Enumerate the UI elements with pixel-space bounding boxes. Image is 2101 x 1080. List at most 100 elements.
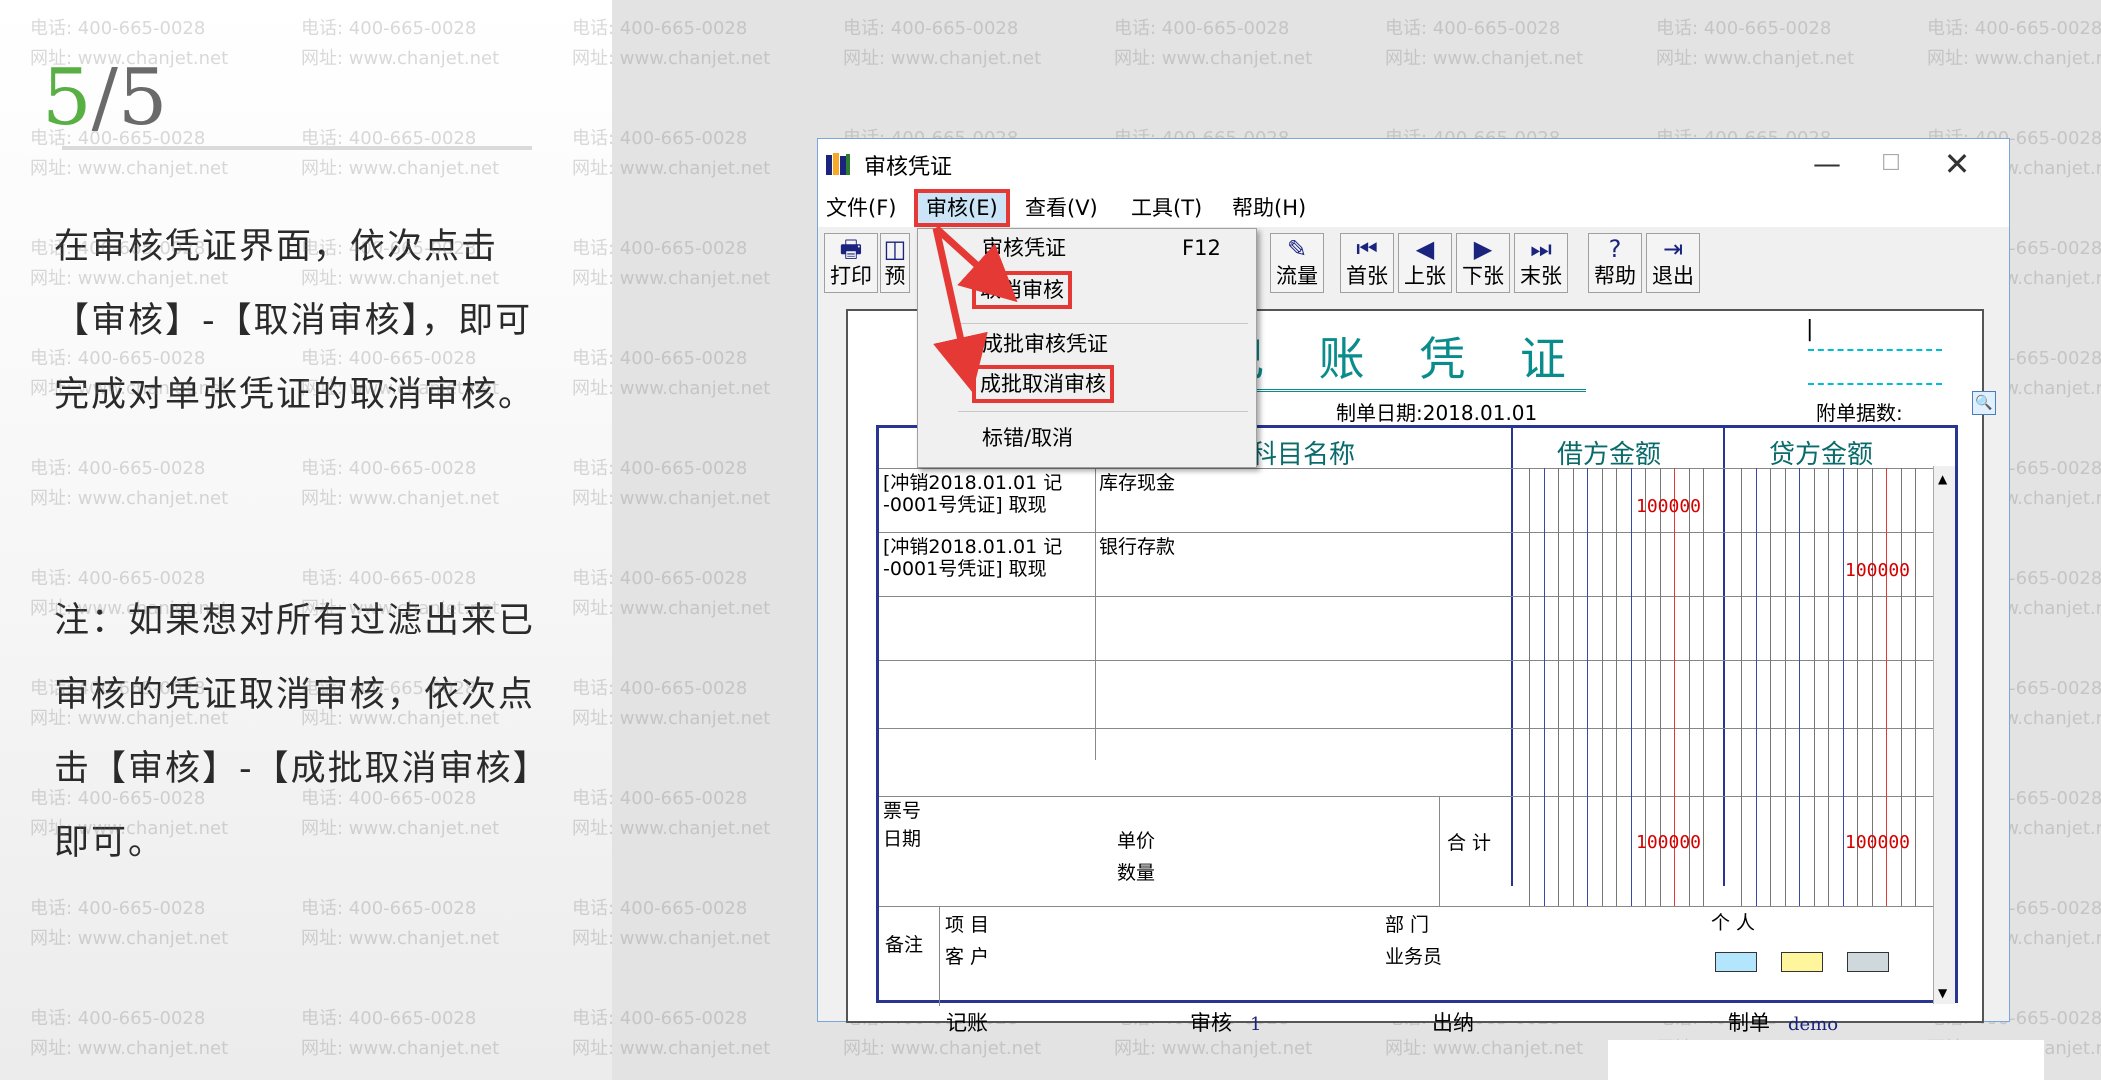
row2-credit[interactable]: 100000 bbox=[1845, 560, 1910, 581]
vertical-scrollbar[interactable]: ▲ ▼ bbox=[1933, 466, 1955, 1004]
digit-column-line bbox=[1544, 468, 1545, 906]
step-divider bbox=[62, 146, 532, 150]
menu-audit[interactable]: 审核(E) bbox=[914, 189, 1010, 227]
help-icon: ? bbox=[1608, 235, 1622, 263]
cashflow-label: 流量 bbox=[1276, 264, 1318, 288]
step-indicator: 5/5 bbox=[42, 48, 168, 148]
row-divider bbox=[879, 660, 1937, 661]
help-label: 帮助 bbox=[1594, 264, 1636, 288]
scroll-down-icon[interactable]: ▼ bbox=[1938, 986, 1947, 1000]
row2-summary[interactable]: [冲销2018.01.01 记 -0001号凭证] 取现 bbox=[883, 536, 1062, 580]
scroll-up-icon[interactable]: ▲ bbox=[1938, 472, 1947, 486]
digit-column-line bbox=[1741, 468, 1742, 906]
total-divider bbox=[1439, 796, 1440, 906]
preview-button[interactable]: ◫ 预 bbox=[880, 233, 910, 293]
row-divider bbox=[879, 796, 1937, 797]
menu-file[interactable]: 文件(F) bbox=[826, 193, 896, 223]
total-debit: 100000 bbox=[1636, 832, 1702, 853]
preview-icon: ◫ bbox=[883, 235, 907, 263]
minimize-button[interactable]: — bbox=[1795, 139, 1859, 189]
signature-row: 记账 审核 1 出纳 制单 demo bbox=[848, 1007, 1982, 1035]
row1-subject[interactable]: 库存现金 bbox=[1099, 472, 1175, 494]
voucher-title: 记 账 凭 证 bbox=[1218, 323, 1586, 392]
unit-price-label: 单价 bbox=[1117, 830, 1156, 852]
ledger-icon[interactable] bbox=[1715, 952, 1757, 972]
row1-debit[interactable]: 100000 bbox=[1636, 496, 1701, 517]
digit-column-line bbox=[1785, 468, 1786, 906]
ticket-no-label: 票号 bbox=[883, 800, 922, 822]
text-cursor: | bbox=[1806, 317, 1814, 342]
department-label: 部 门 bbox=[1385, 914, 1430, 936]
exit-label: 退出 bbox=[1652, 264, 1694, 288]
menu-item-audit-voucher[interactable]: 审核凭证 bbox=[982, 233, 1066, 263]
window-title: 审核凭证 bbox=[864, 155, 953, 180]
row-divider bbox=[879, 532, 1937, 533]
menu-view[interactable]: 查看(V) bbox=[1025, 193, 1098, 223]
menu-item-mark-error[interactable]: 标错/取消 bbox=[982, 423, 1073, 453]
printer-icon: 🖶 bbox=[839, 235, 863, 263]
row2-summary-line2: -0001号凭证] 取现 bbox=[883, 558, 1047, 580]
total-credit: 100000 bbox=[1845, 832, 1911, 853]
remark-divider bbox=[939, 906, 940, 1006]
digit-column-line bbox=[1616, 468, 1617, 906]
menu-item-batch-audit[interactable]: 成批审核凭证 bbox=[982, 329, 1108, 359]
col-credit-header: 贷方金额 bbox=[1769, 440, 1874, 470]
tool-icon[interactable] bbox=[1847, 952, 1889, 972]
row2-summary-line1: [冲销2018.01.01 记 bbox=[883, 536, 1063, 558]
exit-button[interactable]: ⇥ 退出 bbox=[1646, 233, 1700, 293]
help-button[interactable]: ? 帮助 bbox=[1588, 233, 1642, 293]
digit-column-line bbox=[1602, 468, 1603, 906]
next-button[interactable]: ▶ 下张 bbox=[1456, 233, 1510, 293]
digit-column-line bbox=[1631, 468, 1632, 906]
cashflow-button[interactable]: ✎ 流量 bbox=[1270, 233, 1324, 293]
title-bar[interactable]: 审核凭证 — ☐ ✕ bbox=[818, 139, 2009, 189]
books-icon bbox=[826, 153, 850, 175]
row1-summary-line2: -0001号凭证] 取现 bbox=[883, 494, 1047, 516]
menu-bar: 文件(F) 审核(E) 查看(V) 工具(T) 帮助(H) bbox=[818, 189, 2009, 227]
last-button[interactable]: ⏭ 末张 bbox=[1514, 233, 1568, 293]
maker-signature: 制单 demo bbox=[1728, 1007, 1838, 1037]
attachment-count-label: 附单据数: bbox=[1816, 401, 1903, 425]
prev-button[interactable]: ◀ 上张 bbox=[1398, 233, 1452, 293]
close-button[interactable]: ✕ bbox=[1925, 139, 1989, 189]
maker-value: demo bbox=[1788, 1014, 1839, 1035]
bookkeeper-label: 记账 bbox=[946, 1011, 988, 1035]
voucher-no-field-2[interactable] bbox=[1808, 383, 1942, 385]
digit-column-line bbox=[1756, 468, 1757, 906]
digit-column-line bbox=[1587, 468, 1588, 906]
exit-icon: ⇥ bbox=[1662, 235, 1684, 263]
digit-column-line bbox=[1814, 468, 1815, 906]
row1-summary[interactable]: [冲销2018.01.01 记 -0001号凭证] 取现 bbox=[883, 472, 1062, 516]
voucher-no-field[interactable] bbox=[1808, 349, 1942, 351]
last-icon: ⏭ bbox=[1530, 235, 1552, 263]
digit-column-line bbox=[1770, 468, 1771, 906]
col-subject-header: 科目名称 bbox=[1251, 440, 1356, 470]
menu-tools[interactable]: 工具(T) bbox=[1131, 193, 1202, 223]
digit-column-line bbox=[1529, 468, 1530, 906]
row-divider bbox=[879, 728, 1937, 729]
row-divider bbox=[879, 906, 1937, 907]
col-debit-header: 借方金额 bbox=[1557, 440, 1662, 470]
menu-separator bbox=[958, 323, 1248, 324]
card-icon[interactable] bbox=[1781, 952, 1823, 972]
menu-item-batch-cancel-audit[interactable]: 成批取消审核 bbox=[972, 365, 1114, 403]
project-label: 项 目 bbox=[945, 914, 990, 936]
menu-item-cancel-audit[interactable]: 取消审核 bbox=[972, 271, 1072, 309]
menu-help[interactable]: 帮助(H) bbox=[1232, 193, 1306, 223]
maker-label: 制单 bbox=[1728, 1011, 1770, 1035]
voucher-date: 制单日期:2018.01.01 bbox=[1336, 401, 1538, 425]
blank-area bbox=[1608, 1040, 2044, 1080]
person-label: 个 人 bbox=[1711, 912, 1756, 934]
auditor-value: 1 bbox=[1250, 1014, 1262, 1035]
quantity-label: 数量 bbox=[1117, 862, 1156, 884]
row2-subject[interactable]: 银行存款 bbox=[1099, 536, 1175, 558]
total-label: 合 计 bbox=[1447, 832, 1492, 854]
digit-column-line bbox=[1915, 468, 1916, 906]
print-button[interactable]: 🖶 打印 bbox=[824, 233, 878, 293]
prev-icon: ◀ bbox=[1415, 235, 1435, 263]
first-button[interactable]: ⏮ 首张 bbox=[1340, 233, 1394, 293]
auditor-label: 审核 bbox=[1190, 1011, 1232, 1035]
magnifier-icon[interactable]: 🔍 bbox=[1972, 391, 1996, 415]
maximize-button[interactable]: ☐ bbox=[1859, 139, 1923, 189]
digit-column-line bbox=[1843, 468, 1844, 906]
